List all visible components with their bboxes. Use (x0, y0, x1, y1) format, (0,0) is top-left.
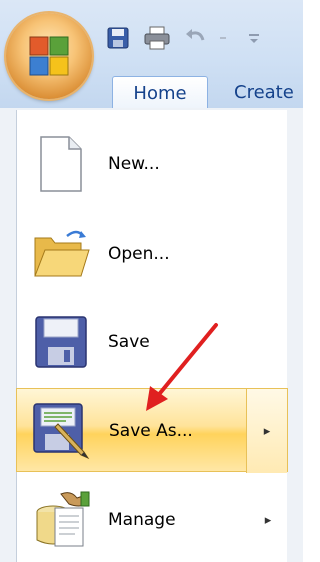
office-button[interactable] (6, 13, 92, 99)
save-icon[interactable] (106, 26, 130, 50)
submenu-arrow-glyph: ▸ (263, 423, 271, 439)
menu-item-label: Manage (108, 510, 176, 530)
office-logo-icon (29, 36, 69, 76)
menu-item-label: Open... (108, 244, 170, 264)
customize-dropdown-icon[interactable] (244, 26, 264, 50)
tab-label: Home (133, 82, 187, 104)
submenu-arrow-icon[interactable]: ▸ (246, 389, 287, 473)
menu-item-open[interactable]: Open... (16, 212, 288, 296)
menu-item-label: New... (108, 154, 160, 174)
tab-home[interactable]: Home (112, 76, 208, 109)
undo-icon[interactable] (184, 26, 208, 50)
ribbon-header: Home Create (0, 0, 303, 109)
menu-item-label: Save (108, 332, 150, 352)
open-folder-icon (30, 212, 92, 296)
tab-label: Create (234, 81, 294, 103)
menu-item-new[interactable]: New... (16, 122, 288, 206)
submenu-arrow-icon[interactable]: ▸ (248, 478, 288, 562)
menu-item-manage[interactable]: Manage ▸ (16, 478, 288, 562)
manage-database-icon (30, 478, 92, 562)
tab-create[interactable]: Create (234, 76, 314, 108)
print-icon[interactable] (144, 26, 170, 50)
save-as-icon (31, 389, 93, 473)
menu-item-label: Save As... (109, 421, 193, 441)
redo-icon[interactable] (216, 26, 236, 50)
menu-item-save-as[interactable]: Save As... ▸ (16, 388, 288, 473)
save-disk-icon (30, 300, 92, 384)
new-document-icon (30, 122, 92, 206)
menu-item-save[interactable]: Save (16, 300, 288, 384)
submenu-arrow-glyph: ▸ (264, 512, 272, 528)
